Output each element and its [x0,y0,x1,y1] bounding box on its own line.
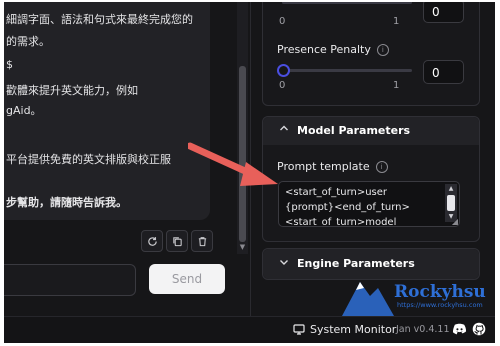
chevron-up-icon [279,123,289,136]
info-icon[interactable]: i [375,161,388,173]
section-title: Engine Parameters [297,257,415,270]
github-icon[interactable] [472,322,486,336]
app-window: 細調字面、語法和句式來最終完成您的 的需求。 $ 歡體來提升英文能力，例如 gA… [4,2,495,343]
top-slider-track[interactable] [282,2,412,4]
slider-min-label: 0 [279,80,286,91]
monitor-icon [293,324,305,335]
app-version: Jan v0.4.11 [396,324,450,335]
presence-penalty-slider[interactable] [282,69,412,72]
scroll-up-icon[interactable]: ▲ [445,184,457,194]
message-line: 細調字面、語法和句式來最終完成您的 [6,13,193,26]
message-line: gAid。 [6,104,42,117]
status-bar: System Monitor Jan v0.4.11 [4,316,495,343]
resize-handle-icon[interactable]: ◢ [452,217,458,226]
system-monitor-button[interactable]: System Monitor [293,323,396,336]
delete-icon[interactable] [191,230,213,252]
settings-panel: 0 1 0 Presence Penalty i 0 1 0 Model Para… [251,2,495,316]
template-line: <start_of_turn>user [285,187,388,198]
scroll-down-icon[interactable]: ▼ [239,242,246,252]
watermark-url: https://www.rockyhsu.com [397,301,483,309]
template-line: <start_of_turn>model [285,217,397,227]
message-line: 步幫助，請隨時告訴我。 [6,196,127,209]
inference-params-card: 0 1 0 Presence Penalty i 0 1 0 [262,2,480,106]
copy-icon[interactable] [166,230,188,252]
annotation-arrow [188,142,278,186]
message-actions [141,230,213,252]
slider-max-label: 1 [393,80,400,91]
model-parameters-header[interactable]: Model Parameters [263,117,479,145]
model-parameters-section: Model Parameters Prompt template i <start… [262,116,480,242]
presence-penalty-input[interactable]: 0 [423,60,464,84]
presence-penalty-thumb[interactable] [277,64,290,77]
chevron-down-icon [279,257,289,270]
slider-min-label: 0 [279,16,286,27]
send-button[interactable]: Send [149,264,225,294]
top-slider-value-input[interactable]: 0 [423,2,464,23]
watermark-text: Rockyhsu [394,282,486,302]
system-monitor-label: System Monitor [310,323,397,336]
message-line: 的需求。 [6,35,50,48]
presence-penalty-label: Presence Penalty i [277,43,389,56]
template-line: {prompt}<end_of_turn> [285,202,410,213]
slider-max-label: 1 [393,16,400,27]
prompt-template-label: Prompt template i [277,160,388,173]
message-line: 歡體來提升英文能力，例如 [6,84,138,97]
message-line: $ [6,58,13,71]
chat-input[interactable] [4,264,136,296]
assistant-message: 細調字面、語法和句式來最終完成您的 的需求。 $ 歡體來提升英文能力，例如 gA… [4,2,210,220]
status-icons [452,322,486,336]
section-title: Model Parameters [297,124,411,137]
textarea-scrollbar-thumb[interactable] [447,195,455,211]
refresh-icon[interactable] [141,230,163,252]
prompt-template-textarea[interactable]: <start_of_turn>user {prompt}<end_of_turn… [278,181,460,227]
discord-icon[interactable] [452,322,467,336]
message-line: 平台提供免費的英文排版與校正服 [6,153,171,166]
info-icon[interactable]: i [376,44,389,56]
